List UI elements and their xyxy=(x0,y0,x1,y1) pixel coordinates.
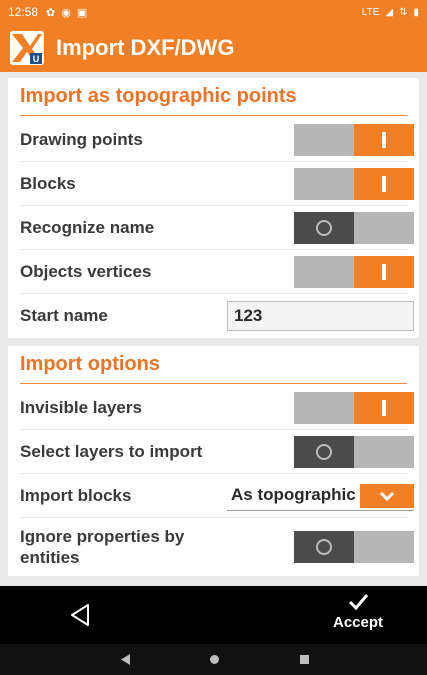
invisible-layers-toggle[interactable] xyxy=(294,391,414,424)
import-blocks-label: Import blocks xyxy=(20,485,132,505)
import-blocks-row: Import blocks As topographic xyxy=(20,474,414,518)
page-title: Import DXF/DWG xyxy=(56,35,235,60)
import-blocks-value: As topographic xyxy=(231,485,356,504)
select-layers-toggle[interactable] xyxy=(294,435,414,468)
topographic-card: Import as topographic points Drawing poi… xyxy=(8,78,419,338)
nav-home-icon[interactable] xyxy=(210,655,219,664)
start-name-row: Start name xyxy=(20,294,414,338)
bottom-action-bar: Accept xyxy=(0,586,427,644)
select-layers-label: Select layers to import xyxy=(20,441,203,461)
nav-recents-icon[interactable] xyxy=(300,655,309,664)
system-nav-bar xyxy=(0,644,427,675)
import-blocks-select[interactable]: As topographic xyxy=(227,480,414,511)
status-time: 12:58 xyxy=(8,5,39,19)
recognize-name-label: Recognize name xyxy=(20,217,155,237)
topographic-section-header: Import as topographic points xyxy=(20,78,407,116)
notification-status-icon: ◉ xyxy=(61,6,71,19)
drawing-points-label: Drawing points xyxy=(20,129,143,149)
sim-status-icon: ▣ xyxy=(76,6,88,19)
ignore-properties-label-line2: entities xyxy=(20,548,80,567)
check-icon xyxy=(348,594,369,611)
drawing-points-toggle[interactable] xyxy=(294,123,414,156)
battery-icon: ▮ xyxy=(413,6,419,18)
chevron-down-icon[interactable] xyxy=(360,483,414,508)
accept-label: Accept xyxy=(332,614,384,631)
app-logo-icon: U xyxy=(10,31,44,65)
blocks-label: Blocks xyxy=(20,173,76,193)
nav-back-icon[interactable] xyxy=(121,654,131,665)
objects-vertices-label: Objects vertices xyxy=(20,261,152,281)
import-options-section-header: Import options xyxy=(20,346,407,384)
ignore-properties-label: Ignore properties by entities xyxy=(20,526,294,568)
ignore-properties-toggle[interactable] xyxy=(294,531,414,563)
settings-status-icon: ✿ xyxy=(46,6,56,19)
status-bar: 12:58 ✿ ◉ ▣ LTE ◢ ⇅ ▮ xyxy=(0,0,427,24)
blocks-toggle[interactable] xyxy=(294,167,414,200)
start-name-label: Start name xyxy=(20,306,108,325)
status-right: LTE ◢ ⇅ ▮ xyxy=(362,7,419,18)
recognize-name-row: Recognize name xyxy=(20,206,414,250)
import-options-card: Import options Invisible layers Select l… xyxy=(8,346,419,576)
back-triangle-icon xyxy=(71,604,89,626)
ignore-properties-row: Ignore properties by entities xyxy=(20,518,414,576)
content: Import as topographic points Drawing poi… xyxy=(8,78,419,584)
objects-vertices-toggle[interactable] xyxy=(294,255,414,288)
network-label: LTE xyxy=(361,6,380,18)
blocks-row: Blocks xyxy=(20,162,414,206)
invisible-layers-label: Invisible layers xyxy=(20,397,142,417)
recognize-name-toggle[interactable] xyxy=(294,211,414,244)
start-name-input[interactable] xyxy=(227,301,414,331)
signal-icon: ◢ xyxy=(385,6,394,18)
app-bar: U Import DXF/DWG xyxy=(0,24,427,72)
ignore-properties-label-line1: Ignore properties by xyxy=(20,527,185,546)
accept-button[interactable]: Accept xyxy=(318,592,398,640)
back-button[interactable] xyxy=(60,600,100,630)
svg-text:U: U xyxy=(33,54,40,64)
data-icon: ⇅ xyxy=(399,6,408,18)
drawing-points-row: Drawing points xyxy=(20,118,414,162)
select-layers-row: Select layers to import xyxy=(20,430,414,474)
invisible-layers-row: Invisible layers xyxy=(20,386,414,430)
objects-vertices-row: Objects vertices xyxy=(20,250,414,294)
